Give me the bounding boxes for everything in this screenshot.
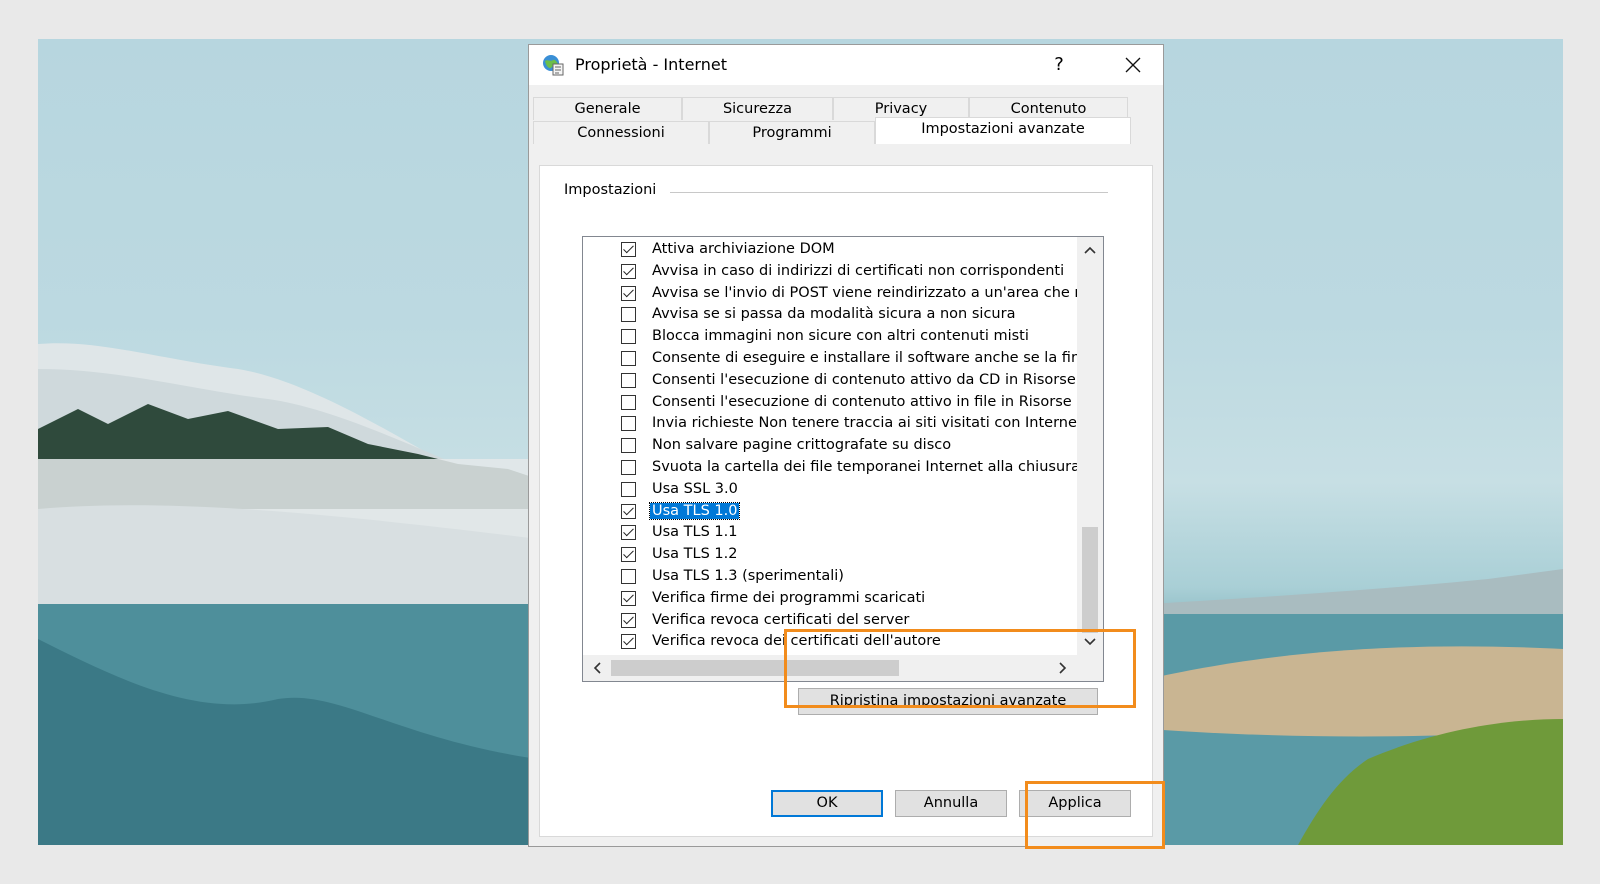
setting-row[interactable]: Svuota la cartella dei file temporanei I… <box>621 458 1077 479</box>
setting-label: Svuota la cartella dei file temporanei I… <box>652 459 1077 475</box>
setting-label: Consenti l'esecuzione di contenuto attiv… <box>652 371 1076 388</box>
setting-checkbox[interactable] <box>621 416 636 432</box>
advanced-settings-panel: Impostazioni Attiva archiviazione DOM Avv… <box>539 165 1153 837</box>
setting-row[interactable]: Invia richieste Non tenere traccia ai si… <box>621 414 1077 435</box>
setting-row[interactable]: Usa TLS 1.0 <box>621 501 1077 523</box>
tab-generale[interactable]: Generale <box>533 97 682 120</box>
setting-checkbox[interactable] <box>621 263 636 279</box>
setting-checkbox[interactable] <box>621 525 636 541</box>
highlight-apply-button <box>1025 781 1165 849</box>
setting-checkbox[interactable] <box>621 394 636 410</box>
ok-button[interactable]: OK <box>771 790 883 817</box>
setting-checkbox[interactable] <box>621 569 636 584</box>
settings-tree[interactable]: Attiva archiviazione DOM Avvisa in caso d… <box>582 236 1104 682</box>
setting-row[interactable]: Non salvare pagine crittografate su disc… <box>621 436 1077 457</box>
setting-label: Usa TLS 1.3 (sperimentali) <box>652 568 844 584</box>
setting-checkbox[interactable] <box>621 503 636 519</box>
cancel-button[interactable]: Annulla <box>895 790 1007 817</box>
close-button[interactable] <box>1113 49 1153 81</box>
setting-checkbox[interactable] <box>621 329 636 345</box>
scroll-up-button[interactable] <box>1077 239 1103 261</box>
setting-label: Usa SSL 3.0 <box>652 480 738 497</box>
setting-row[interactable]: Usa TLS 1.3 (sperimentali) <box>621 567 1077 588</box>
setting-label: Blocca immagini non sicure con altri con… <box>652 328 1029 345</box>
setting-label: Usa TLS 1.2 <box>652 546 738 563</box>
window-title: Proprietà - Internet <box>575 55 727 74</box>
setting-checkbox[interactable] <box>621 372 636 388</box>
vertical-scrollbar[interactable] <box>1077 237 1103 655</box>
setting-checkbox[interactable] <box>621 612 636 628</box>
setting-checkbox[interactable] <box>621 634 636 650</box>
settings-group-label: Impostazioni <box>562 182 663 198</box>
setting-row[interactable]: Verifica firme dei programmi scaricati <box>621 589 1077 610</box>
setting-label: Non salvare pagine crittografate su disc… <box>652 437 952 454</box>
setting-checkbox[interactable] <box>621 242 636 257</box>
setting-checkbox[interactable] <box>621 590 636 606</box>
vertical-scroll-thumb[interactable] <box>1082 527 1098 633</box>
setting-row[interactable]: Avvisa se l'invio di POST viene reindiri… <box>621 284 1077 305</box>
setting-row[interactable]: Usa TLS 1.2 <box>621 545 1077 566</box>
setting-label: Verifica firme dei programmi scaricati <box>652 589 926 606</box>
setting-label: Avvisa in caso di indirizzi di certifica… <box>652 262 1065 279</box>
setting-row[interactable]: Consenti l'esecuzione di contenuto attiv… <box>621 393 1077 414</box>
setting-label: Avvisa se l'invio di POST viene reindiri… <box>652 284 1077 301</box>
setting-label: Consenti l'esecuzione di contenuto attiv… <box>652 393 1077 410</box>
setting-checkbox[interactable] <box>621 547 636 563</box>
internet-options-icon <box>543 55 564 76</box>
settings-list: Attiva archiviazione DOM Avvisa in caso d… <box>583 237 1077 655</box>
tab-connessioni[interactable]: Connessioni <box>533 121 709 144</box>
setting-label: Attiva archiviazione DOM <box>652 241 835 257</box>
setting-label: Invia richieste Non tenere traccia ai si… <box>652 415 1077 432</box>
group-divider <box>670 192 1108 193</box>
setting-row[interactable]: Usa SSL 3.0 <box>621 480 1077 501</box>
setting-label: Usa TLS 1.1 <box>652 524 738 541</box>
setting-checkbox[interactable] <box>621 438 636 454</box>
setting-row[interactable]: Avvisa se si passa da modalità sicura a … <box>621 305 1077 326</box>
tab-impostazioni-avanzate[interactable]: Impostazioni avanzate <box>875 117 1131 144</box>
setting-label: Avvisa se si passa da modalità sicura a … <box>652 306 1016 323</box>
setting-row[interactable]: Consente di eseguire e installare il sof… <box>621 349 1077 370</box>
setting-row[interactable]: Consenti l'esecuzione di contenuto attiv… <box>621 371 1077 392</box>
setting-checkbox[interactable] <box>621 307 636 323</box>
close-icon <box>1125 57 1141 73</box>
scroll-left-button[interactable] <box>585 655 609 681</box>
setting-checkbox[interactable] <box>621 285 636 301</box>
setting-row[interactable]: Attiva archiviazione DOM <box>621 240 1077 261</box>
setting-row[interactable]: Usa TLS 1.1 <box>621 523 1077 544</box>
highlight-reset-button <box>784 629 1136 708</box>
setting-checkbox[interactable] <box>621 481 636 497</box>
setting-row[interactable]: Avvisa in caso di indirizzi di certifica… <box>621 262 1077 283</box>
setting-checkbox[interactable] <box>621 460 636 475</box>
tab-programmi[interactable]: Programmi <box>709 121 875 144</box>
chevron-up-icon <box>1084 246 1096 254</box>
chevron-left-icon <box>593 662 601 674</box>
setting-label: Verifica revoca certificati del server <box>652 611 910 628</box>
tab-sicurezza[interactable]: Sicurezza <box>682 97 833 120</box>
setting-label: Usa TLS 1.0 <box>648 501 741 520</box>
title-bar: Proprietà - Internet ? <box>529 45 1163 85</box>
setting-row[interactable]: Blocca immagini non sicure con altri con… <box>621 327 1077 348</box>
internet-properties-dialog: Proprietà - Internet ? Generale Sicurezz… <box>529 45 1163 846</box>
setting-label: Consente di eseguire e installare il sof… <box>652 350 1077 366</box>
help-button[interactable]: ? <box>1045 51 1073 79</box>
setting-checkbox[interactable] <box>621 351 636 366</box>
